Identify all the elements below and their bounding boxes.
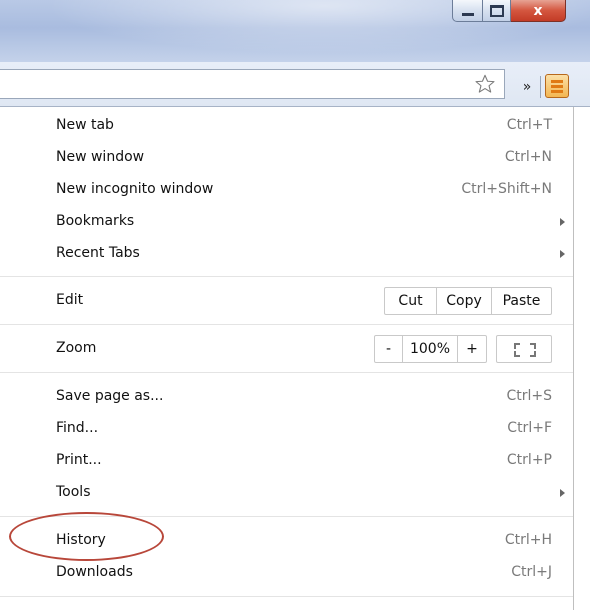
- highlight-annotation: [9, 512, 164, 561]
- submenu-arrow-icon: [560, 218, 565, 226]
- menu-item-label: New incognito window: [56, 181, 214, 197]
- zoom-level: 100%: [402, 336, 457, 362]
- submenu-arrow-icon: [560, 250, 565, 258]
- zoom-in-button[interactable]: +: [457, 336, 486, 362]
- menu-divider: [0, 276, 573, 277]
- window-controls: x: [452, 0, 566, 24]
- menu-item-new-window[interactable]: New window Ctrl+N: [0, 142, 573, 174]
- paste-button[interactable]: Paste: [491, 288, 551, 314]
- menu-item-label: Bookmarks: [56, 213, 135, 229]
- menu-item-save-page-as[interactable]: Save page as... Ctrl+S: [0, 381, 573, 413]
- menu-item-bookmarks[interactable]: Bookmarks: [0, 206, 573, 238]
- menu-item-label: Edit: [56, 292, 84, 308]
- menu-item-recent-tabs[interactable]: Recent Tabs: [0, 238, 573, 270]
- minimize-icon: [461, 12, 474, 16]
- maximize-icon: [489, 4, 504, 17]
- menu-item-new-tab[interactable]: New tab Ctrl+T: [0, 110, 573, 142]
- menu-item-downloads[interactable]: Downloads Ctrl+J: [0, 557, 573, 589]
- menu-item-label: Zoom: [56, 340, 97, 356]
- menu-item-label: Tools: [56, 484, 91, 500]
- menu-divider: [0, 596, 573, 597]
- address-bar[interactable]: [0, 69, 505, 99]
- menu-item-label: New tab: [56, 117, 114, 133]
- menu-divider: [0, 324, 573, 325]
- copy-button[interactable]: Copy: [436, 288, 491, 314]
- window-titlebar: x: [0, 0, 590, 62]
- menu-divider: [0, 372, 573, 373]
- zoom-button-group: - 100% +: [374, 335, 487, 363]
- menu-item-label: Downloads: [56, 564, 133, 580]
- zoom-out-button[interactable]: -: [375, 336, 402, 362]
- shortcut-label: Ctrl+S: [506, 388, 552, 404]
- menu-item-label: Save page as...: [56, 388, 164, 404]
- close-icon: x: [533, 2, 543, 19]
- shortcut-label: Ctrl+Shift+N: [461, 181, 552, 197]
- shortcut-label: Ctrl+T: [506, 117, 552, 133]
- shortcut-label: Ctrl+J: [511, 564, 552, 580]
- browser-toolbar: »: [0, 62, 590, 107]
- star-icon[interactable]: [474, 73, 496, 95]
- menu-item-label: Print...: [56, 452, 102, 468]
- menu-item-label: New window: [56, 149, 145, 165]
- menu-item-edit: Edit Cut Copy Paste: [0, 285, 573, 317]
- menu-item-print[interactable]: Print... Ctrl+P: [0, 445, 573, 477]
- menu-item-find[interactable]: Find... Ctrl+F: [0, 413, 573, 445]
- menu-item-zoom: Zoom - 100% +: [0, 333, 573, 365]
- hamburger-menu-button[interactable]: [545, 74, 569, 98]
- menu-item-label: Find...: [56, 420, 99, 436]
- submenu-arrow-icon: [560, 489, 565, 497]
- shortcut-label: Ctrl+P: [506, 452, 552, 468]
- shortcut-label: Ctrl+H: [504, 532, 552, 548]
- shortcut-label: Ctrl+N: [504, 149, 552, 165]
- shortcut-label: Ctrl+F: [507, 420, 552, 436]
- edit-button-group: Cut Copy Paste: [384, 287, 552, 315]
- double-chevron-icon: »: [522, 79, 532, 95]
- menu-item-label: Recent Tabs: [56, 245, 140, 261]
- maximize-button[interactable]: [483, 0, 511, 22]
- fullscreen-button[interactable]: [496, 335, 552, 363]
- menu-item-new-incognito-window[interactable]: New incognito window Ctrl+Shift+N: [0, 174, 573, 206]
- menu-item-tools[interactable]: Tools: [0, 477, 573, 509]
- hamburger-menu-icon: [551, 80, 563, 83]
- extensions-overflow-button[interactable]: »: [514, 78, 540, 98]
- cut-button[interactable]: Cut: [385, 288, 436, 314]
- minimize-button[interactable]: [452, 0, 483, 22]
- toolbar-separator: [540, 76, 541, 98]
- close-button[interactable]: x: [511, 0, 566, 22]
